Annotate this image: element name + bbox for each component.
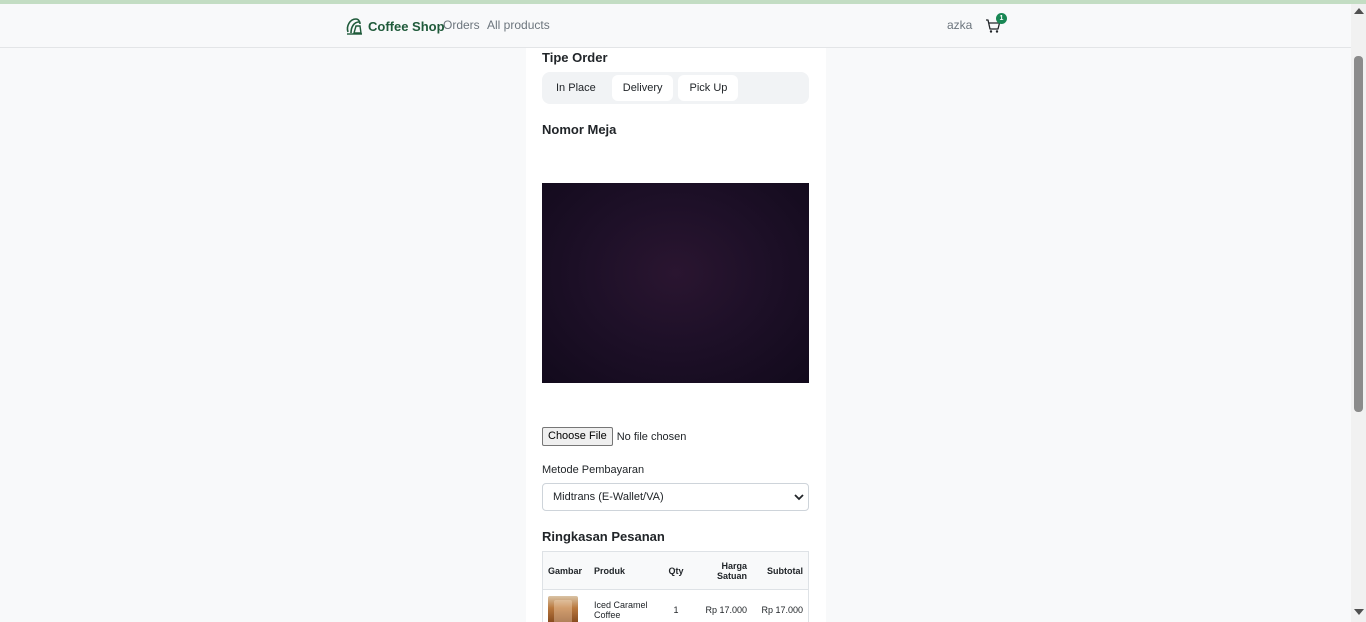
scroll-up-arrow-icon[interactable] bbox=[1354, 8, 1364, 14]
header-image: Gambar bbox=[548, 565, 583, 576]
payment-method-value: Midtrans (E-Wallet/VA) bbox=[553, 491, 664, 503]
cart-count-badge: 1 bbox=[996, 13, 1007, 24]
order-summary-title: Ringkasan Pesanan bbox=[542, 529, 665, 544]
tab-pick-up[interactable]: Pick Up bbox=[678, 75, 739, 101]
navbar: Coffee Shop Orders All products azka 1 bbox=[0, 4, 1351, 48]
tab-in-place[interactable]: In Place bbox=[545, 75, 607, 101]
cart-button[interactable]: 1 bbox=[985, 13, 1007, 36]
row-subtotal: Rp 17.000 bbox=[761, 605, 803, 615]
table-number-title: Nomor Meja bbox=[542, 122, 617, 137]
header-product: Produk bbox=[594, 565, 626, 576]
file-input: Choose File No file chosen bbox=[542, 427, 686, 446]
order-type-title: Tipe Order bbox=[542, 50, 608, 65]
table-row: Iced Caramel Coffee 1 Rp 17.000 Rp 17.00… bbox=[543, 590, 808, 622]
product-thumbnail bbox=[548, 596, 578, 622]
payment-method-select[interactable]: Midtrans (E-Wallet/VA) bbox=[542, 483, 809, 511]
scrollbar-thumb[interactable] bbox=[1354, 56, 1363, 412]
scroll-down-arrow-icon[interactable] bbox=[1354, 609, 1364, 615]
brand-name: Coffee Shop bbox=[368, 18, 445, 34]
camera-preview bbox=[542, 183, 809, 383]
header-subtotal: Subtotal bbox=[767, 565, 803, 576]
order-type-tabs: In Place Delivery Pick Up bbox=[542, 72, 809, 104]
file-status: No file chosen bbox=[616, 430, 687, 443]
table-header: Gambar Produk Qty Harga Satuan Subtotal bbox=[543, 552, 808, 590]
nav-orders-link[interactable]: Orders bbox=[443, 18, 480, 32]
row-unit-price: Rp 17.000 bbox=[705, 605, 747, 615]
brand-link[interactable]: Coffee Shop bbox=[344, 16, 445, 36]
tab-delivery[interactable]: Delivery bbox=[611, 75, 674, 101]
header-qty: Qty bbox=[668, 565, 684, 576]
page-scrollbar[interactable] bbox=[1351, 4, 1366, 622]
coffee-logo-icon bbox=[346, 18, 362, 35]
header-unit-price: Harga Satuan bbox=[716, 560, 747, 581]
nav-all-products-link[interactable]: All products bbox=[487, 18, 550, 32]
payment-method-label: Metode Pembayaran bbox=[542, 464, 645, 476]
user-name[interactable]: azka bbox=[947, 18, 972, 32]
row-image-cell bbox=[543, 590, 589, 622]
row-qty: 1 bbox=[673, 605, 679, 615]
order-summary-table: Gambar Produk Qty Harga Satuan Subtotal … bbox=[542, 551, 809, 622]
choose-file-button[interactable]: Choose File bbox=[542, 427, 613, 446]
chevron-down-icon bbox=[794, 494, 804, 501]
row-product: Iced Caramel Coffee bbox=[594, 600, 648, 620]
